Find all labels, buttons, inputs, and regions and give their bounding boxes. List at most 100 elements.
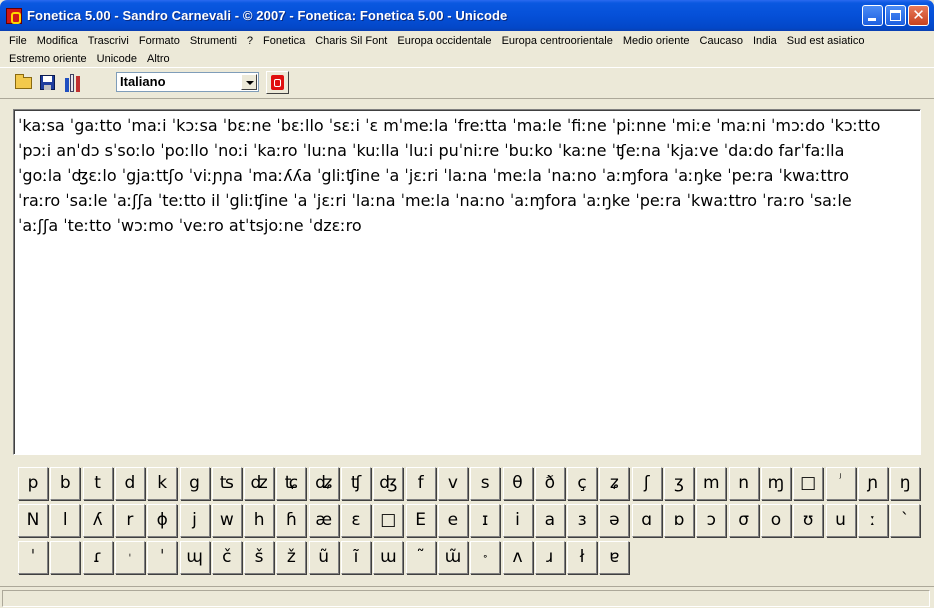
phonetic-key[interactable]: ĩ <box>341 541 371 574</box>
phonetic-key[interactable]: ˳ <box>470 541 501 574</box>
phonetic-key[interactable]: ɾ <box>82 541 113 574</box>
phonetic-key[interactable]: ʒ <box>664 467 694 500</box>
phonetic-key[interactable]: w <box>211 504 242 537</box>
books-button[interactable] <box>61 71 84 94</box>
phonetic-key[interactable]: č <box>211 541 242 574</box>
menu-item[interactable]: Europa centroorientale <box>497 33 618 49</box>
phonetic-key[interactable]: ˌ <box>114 541 145 574</box>
chevron-down-icon[interactable] <box>241 74 257 90</box>
phonetic-key[interactable]: a <box>534 504 565 537</box>
phonetic-key[interactable]: ʤ <box>373 467 404 500</box>
phonetic-key[interactable]: σ <box>728 504 759 537</box>
menu-item[interactable]: Trascrivi <box>83 33 134 49</box>
phonetic-key[interactable]: ɐ <box>599 541 630 574</box>
phonetic-key[interactable]: ð <box>534 467 565 500</box>
phonetic-key[interactable]: ʣ <box>244 467 275 500</box>
phonetic-key[interactable]: ʑ <box>599 467 630 500</box>
close-button[interactable]: ✕ <box>908 5 929 26</box>
alphabet-button[interactable] <box>266 71 289 94</box>
phonetic-key[interactable]: ʌ <box>502 541 533 574</box>
menu-item[interactable]: Charis Sil Font <box>310 33 392 49</box>
phonetic-key[interactable]: □ <box>793 467 824 500</box>
phonetic-key[interactable]: θ <box>502 467 533 500</box>
phonetic-key[interactable]: E <box>405 504 436 537</box>
language-select[interactable]: Italiano <box>116 72 259 92</box>
phonetic-key[interactable]: ɹ <box>534 541 565 574</box>
phonetic-key[interactable]: ũ <box>308 541 339 574</box>
phonetic-key[interactable]: ç <box>567 467 598 500</box>
maximize-button[interactable] <box>885 5 906 26</box>
phonetic-key[interactable]: ɱ <box>760 467 791 500</box>
menu-item[interactable]: Formato <box>134 33 185 49</box>
menu-item[interactable]: Fonetica <box>258 33 310 49</box>
menu-item[interactable]: India <box>748 33 782 49</box>
phonetic-key[interactable]: ɔ <box>696 504 727 537</box>
phonetic-key[interactable]: ɸ <box>147 504 178 537</box>
phonetic-key[interactable]: ʲ <box>825 467 856 500</box>
save-button[interactable] <box>36 71 59 94</box>
menu-item[interactable]: Medio oriente <box>618 33 695 49</box>
phonetic-key[interactable]: h <box>244 504 275 537</box>
minimize-button[interactable] <box>862 5 883 26</box>
phonetic-key[interactable]: N <box>18 504 48 537</box>
phonetic-key[interactable]: ˋ <box>890 504 921 537</box>
phonetic-key[interactable]: r <box>114 504 145 537</box>
phonetic-key[interactable]: ž <box>276 541 307 574</box>
menu-item[interactable]: Estremo oriente <box>4 51 92 67</box>
phonetic-key[interactable]: ɑ <box>631 504 662 537</box>
menu-item[interactable]: Unicode <box>92 51 142 67</box>
phonetic-key[interactable]: u <box>825 504 856 537</box>
phonetic-key[interactable]: ɪ <box>470 504 501 537</box>
phonetic-key[interactable]: ɯ <box>373 541 404 574</box>
phonetic-key[interactable]: v <box>437 467 468 500</box>
phonetic-key[interactable]: m <box>696 467 727 500</box>
phonetic-key[interactable]: ɛ <box>341 504 371 537</box>
phonetic-key[interactable]: d <box>114 467 145 500</box>
phonetic-key[interactable]: k <box>147 467 178 500</box>
transcription-text-area[interactable]: ˈkaːsa ˈgaːtto ˈmaːi ˈkɔːsa ˈbɛːne ˈbɛːl… <box>13 109 921 455</box>
phonetic-key[interactable]: ː <box>857 504 888 537</box>
phonetic-key[interactable]: ʃ <box>631 467 662 500</box>
phonetic-key[interactable]: ˈ <box>18 541 48 574</box>
phonetic-key[interactable]: ˈ <box>147 541 178 574</box>
phonetic-key[interactable]: b <box>50 467 81 500</box>
phonetic-key[interactable]: l <box>50 504 81 537</box>
menu-item[interactable]: Sud est asiatico <box>782 33 870 49</box>
open-button[interactable] <box>12 71 35 94</box>
phonetic-key[interactable] <box>50 541 81 574</box>
phonetic-key[interactable]: ɲ <box>857 467 888 500</box>
phonetic-key[interactable]: o <box>760 504 791 537</box>
phonetic-key[interactable]: p <box>18 467 48 500</box>
phonetic-key[interactable]: n <box>728 467 759 500</box>
phonetic-key[interactable]: æ <box>308 504 339 537</box>
phonetic-key[interactable]: ə <box>599 504 630 537</box>
app-icon[interactable] <box>6 8 22 24</box>
phonetic-key[interactable]: ʦ <box>211 467 242 500</box>
phonetic-key[interactable]: i <box>502 504 533 537</box>
phonetic-key[interactable]: ɜ <box>567 504 598 537</box>
phonetic-key[interactable]: ɒ <box>664 504 694 537</box>
menu-item[interactable]: Europa occidentale <box>392 33 496 49</box>
menu-item[interactable]: Modifica <box>32 33 83 49</box>
phonetic-key[interactable]: ɦ <box>276 504 307 537</box>
phonetic-key[interactable]: ɰ <box>179 541 210 574</box>
phonetic-key[interactable]: š <box>244 541 275 574</box>
phonetic-key[interactable]: □ <box>373 504 404 537</box>
phonetic-key[interactable]: ˜ <box>405 541 436 574</box>
menu-item[interactable]: Caucaso <box>695 33 748 49</box>
phonetic-key[interactable]: ʊ <box>793 504 824 537</box>
phonetic-key[interactable]: e <box>437 504 468 537</box>
phonetic-key[interactable]: ł <box>567 541 598 574</box>
phonetic-key[interactable]: ʎ <box>82 504 113 537</box>
phonetic-key[interactable]: t <box>82 467 113 500</box>
menu-item[interactable]: Strumenti <box>185 33 242 49</box>
menu-item[interactable]: ? <box>242 33 258 49</box>
phonetic-key[interactable]: j <box>179 504 210 537</box>
phonetic-key[interactable]: ŋ <box>890 467 921 500</box>
phonetic-key[interactable]: f <box>405 467 436 500</box>
phonetic-key[interactable]: ʥ <box>308 467 339 500</box>
phonetic-key[interactable]: ʧ <box>341 467 371 500</box>
phonetic-key[interactable]: s <box>470 467 501 500</box>
phonetic-key[interactable]: g <box>179 467 210 500</box>
phonetic-key[interactable]: ʨ <box>276 467 307 500</box>
